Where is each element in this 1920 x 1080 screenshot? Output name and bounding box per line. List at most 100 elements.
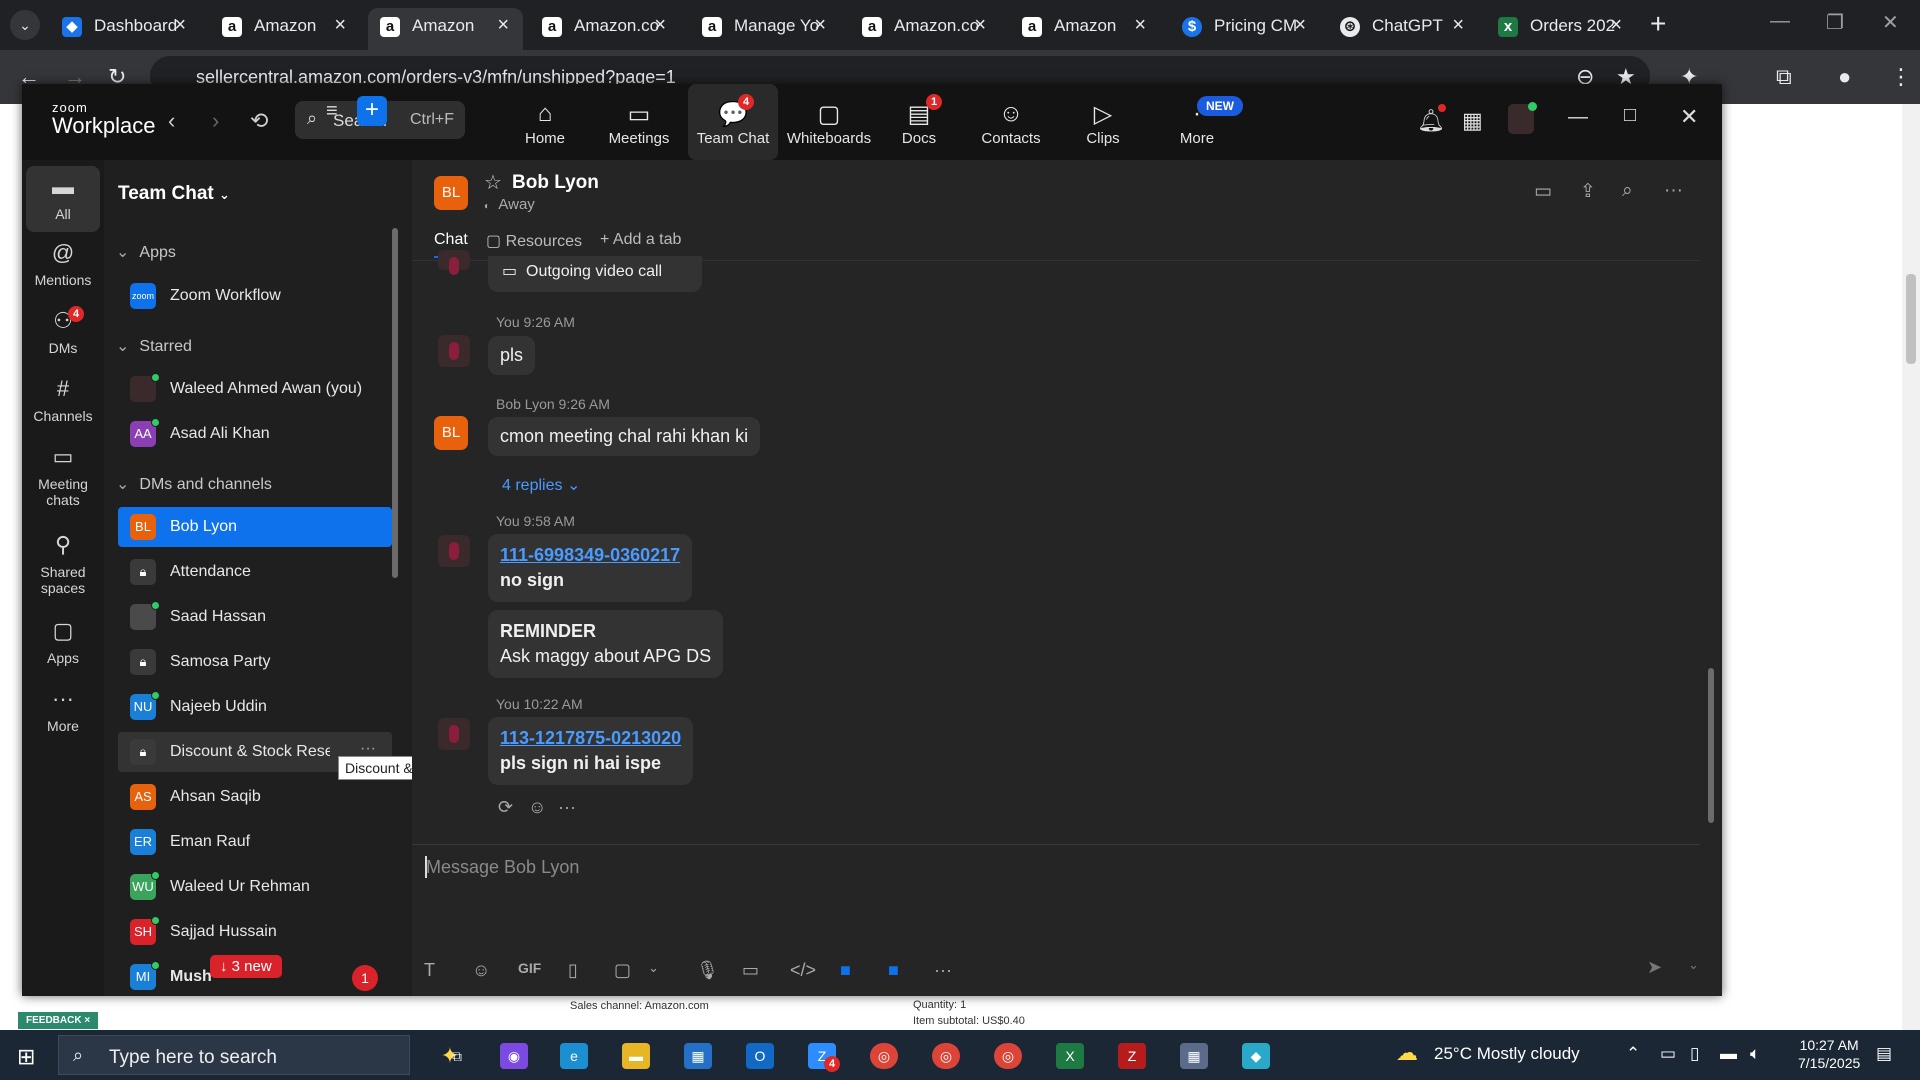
close-tab-icon[interactable]: ×	[1610, 14, 1622, 37]
battery-icon[interactable]: ▬	[1720, 1044, 1737, 1064]
nav-home[interactable]: ⌂ Home	[500, 84, 590, 160]
message-bubble[interactable]: 113-1217875-0213020 pls sign ni hai ispe	[488, 717, 694, 785]
taskbar-search[interactable]: ⌕ Type here to search	[58, 1035, 410, 1075]
list-item[interactable]: AA Asad Ali Khan	[118, 414, 392, 454]
rail-meeting-chats[interactable]: ▭ Meeting chats	[26, 444, 100, 508]
app-icon[interactable]: ◆	[1242, 1043, 1270, 1069]
section-apps[interactable]: ⌄ Apps	[116, 242, 176, 262]
chrome-icon[interactable]: ◎	[932, 1043, 960, 1069]
add-reaction-icon[interactable]: ☺	[528, 797, 546, 818]
maximize-icon[interactable]: □	[1624, 104, 1636, 127]
extensions-puzzle-icon[interactable]: ⧉	[1776, 64, 1792, 90]
filezilla-icon[interactable]: Z	[1118, 1043, 1146, 1069]
browser-tab[interactable]: a Manage Yo ×	[690, 8, 840, 50]
nav-docs[interactable]: ▤ Docs 1	[874, 84, 964, 160]
order-link[interactable]: 111-6998349-0360217	[500, 543, 680, 568]
minimize-browser-icon[interactable]: —	[1770, 10, 1790, 33]
order-link[interactable]: 113-1217875-0213020	[500, 726, 681, 751]
browser-tab[interactable]: x Orders 202 ×	[1486, 8, 1636, 50]
outlook-icon[interactable]: O	[746, 1043, 774, 1069]
tab-search-button[interactable]: ⌄	[10, 10, 40, 40]
list-item[interactable]: NU Najeeb Uddin	[118, 687, 392, 727]
browser-tab[interactable]: ⊛ ChatGPT ×	[1328, 8, 1478, 50]
rail-more[interactable]: ··· More	[26, 686, 100, 734]
new-tab-button[interactable]: +	[1650, 8, 1666, 40]
reply-icon[interactable]: ⟳	[498, 797, 513, 818]
close-icon[interactable]: ✕	[1680, 104, 1698, 130]
message-bubble[interactable]: 111-6998349-0360217 no sign	[488, 534, 693, 602]
message-bubble[interactable]: cmon meeting chal rahi khan ki	[488, 417, 761, 456]
copilot-icon[interactable]: ◉	[500, 1043, 528, 1069]
close-tab-icon[interactable]: ×	[1294, 14, 1306, 37]
page-scrollbar[interactable]	[1902, 104, 1920, 1030]
new-messages-pill[interactable]: ↓ 3 new	[210, 955, 282, 978]
minimize-icon[interactable]: —	[1568, 106, 1588, 129]
team-chat-title[interactable]: Team Chat ⌄	[118, 183, 230, 205]
star-icon[interactable]: ☆	[484, 170, 502, 195]
contact-avatar[interactable]: BL	[434, 176, 468, 210]
format-text-icon[interactable]: T	[424, 960, 435, 981]
browser-tab-active[interactable]: a Amazon ×	[368, 8, 523, 50]
list-item[interactable]: 🔒︎ Samosa Party	[118, 642, 392, 682]
reminder-bubble[interactable]: REMINDER Ask maggy about APG DS	[488, 610, 724, 678]
list-item[interactable]: AS Ahsan Saqib	[118, 777, 392, 817]
more-options-icon[interactable]: ···	[558, 797, 576, 818]
browser-tab[interactable]: ◆ Dashboard ×	[50, 8, 200, 50]
replies-link[interactable]: 4 replies ⌄	[502, 475, 580, 495]
microphone-icon[interactable]: 🎙︎	[696, 960, 719, 981]
close-tab-icon[interactable]: ×	[1134, 14, 1146, 37]
chrome-icon[interactable]: ◎	[870, 1043, 898, 1069]
message-bubble[interactable]: pls	[488, 336, 536, 375]
list-item[interactable]: ER Eman Rauf	[118, 822, 392, 862]
nav-whiteboards[interactable]: ▢ Whiteboards	[780, 84, 878, 160]
nav-clips[interactable]: ▷ Clips	[1058, 84, 1148, 160]
calendar-icon[interactable]: ▦	[1462, 108, 1483, 134]
browser-tab[interactable]: a Amazon.co ×	[530, 8, 680, 50]
network-icon[interactable]: ▭	[1660, 1044, 1676, 1064]
browser-tab[interactable]: a Amazon ×	[210, 8, 360, 50]
rail-apps[interactable]: ▢ Apps	[26, 618, 100, 666]
profile-avatar[interactable]: ●	[1838, 64, 1851, 90]
list-item-selected[interactable]: BL Bob Lyon	[118, 507, 392, 547]
list-scrollbar[interactable]	[392, 228, 398, 578]
close-tab-icon[interactable]: ×	[174, 14, 186, 37]
close-tab-icon[interactable]: ×	[334, 14, 346, 37]
app-icon[interactable]: ■	[888, 960, 899, 981]
list-item[interactable]: Saad Hassan	[118, 597, 392, 637]
app-icon[interactable]: ■	[840, 960, 851, 981]
nav-contacts[interactable]: ☺ Contacts	[966, 84, 1056, 160]
code-icon[interactable]: </>	[790, 960, 816, 981]
tab-resources[interactable]: ▢ Resources	[486, 231, 582, 251]
close-tab-icon[interactable]: ×	[814, 14, 826, 37]
video-message-icon[interactable]: ▭	[742, 960, 759, 981]
file-icon[interactable]: ▯	[568, 960, 578, 981]
browser-tab[interactable]: a Amazon ×	[1010, 8, 1160, 50]
weather-text[interactable]: 25°C Mostly cloudy	[1434, 1044, 1580, 1064]
chevron-down-icon[interactable]: ⌄	[1688, 957, 1699, 973]
store-icon[interactable]: ▦	[684, 1043, 712, 1069]
send-icon[interactable]: ➤	[1647, 957, 1662, 978]
tab-chat[interactable]: Chat	[434, 231, 468, 249]
more-tools-icon[interactable]: ···	[934, 960, 952, 981]
device-icon[interactable]: ▯	[1690, 1044, 1699, 1064]
zoom-forward-icon[interactable]: ›	[212, 108, 219, 134]
close-tab-icon[interactable]: ×	[654, 14, 666, 37]
message-input[interactable]: Message Bob Lyon	[426, 857, 579, 878]
list-item[interactable]: Waleed Ahmed Awan (you)	[118, 369, 392, 409]
browser-tab[interactable]: $ Pricing CM ×	[1170, 8, 1320, 50]
restore-browser-icon[interactable]: ❐	[1826, 10, 1844, 35]
show-hidden-icons[interactable]: ⌃	[1626, 1044, 1640, 1064]
notification-center-icon[interactable]: ▤	[1876, 1044, 1892, 1064]
section-dms-channels[interactable]: ⌄ DMs and channels	[116, 474, 272, 494]
excel-icon[interactable]: X	[1056, 1043, 1084, 1069]
file-explorer-icon[interactable]: ▬	[622, 1043, 650, 1069]
list-item[interactable]: 🔒︎ Attendance	[118, 552, 392, 592]
browser-menu-icon[interactable]: ⋮	[1890, 64, 1912, 90]
weather-icon[interactable]: ☁	[1396, 1040, 1418, 1066]
rail-mentions[interactable]: @ Mentions	[26, 240, 100, 288]
close-tab-icon[interactable]: ×	[1452, 14, 1464, 37]
add-tab-button[interactable]: + Add a tab	[600, 231, 681, 249]
feedback-button[interactable]: FEEDBACK ×	[18, 1012, 99, 1029]
contact-name[interactable]: Bob Lyon	[512, 172, 599, 194]
emoji-icon[interactable]: ☺	[472, 960, 490, 981]
